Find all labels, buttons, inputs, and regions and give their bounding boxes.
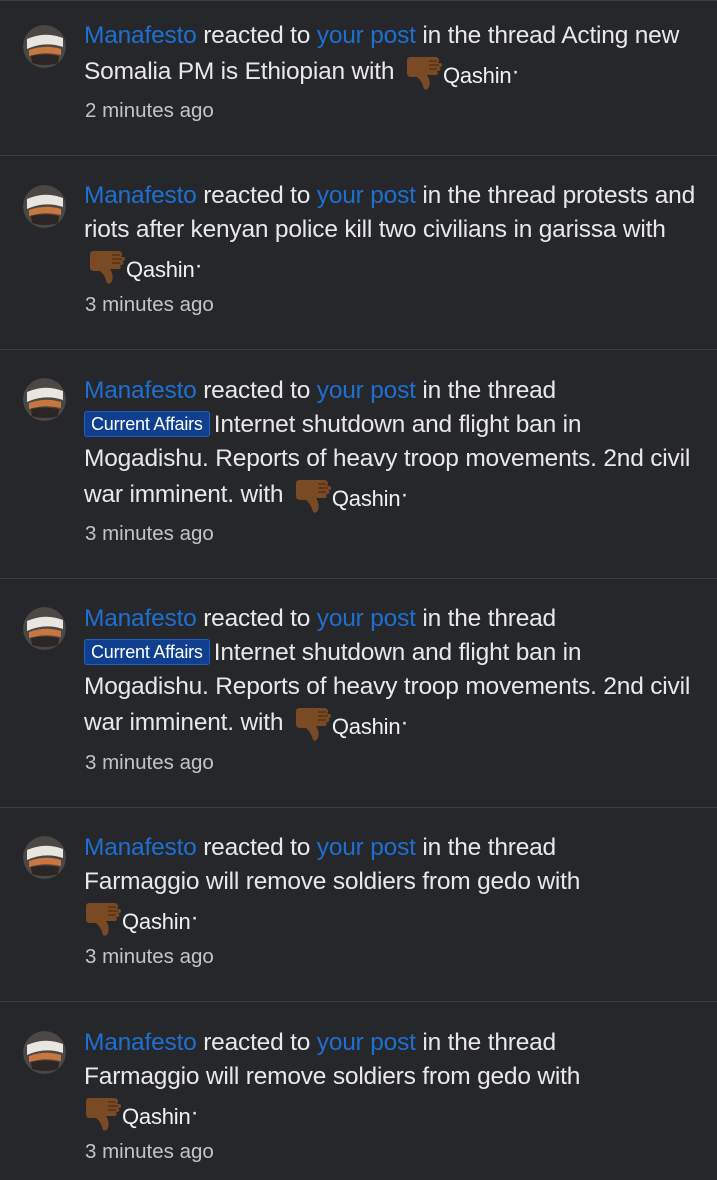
alert-time[interactable]: 3 minutes ago	[85, 522, 214, 546]
thread-title-link[interactable]: Farmaggio will remove soldiers from gedo…	[84, 1063, 580, 1090]
alert-time[interactable]: 3 minutes ago	[85, 293, 214, 317]
reaction-name: Qashin	[331, 486, 401, 511]
alert-action-text: reacted to	[196, 22, 317, 49]
thread-prefix-text: in the thread	[415, 834, 556, 861]
username-link[interactable]: Manafesto	[84, 182, 197, 209]
reaction: Qashin·	[401, 53, 520, 93]
alert-text: Manafesto reacted to your post in the th…	[84, 19, 696, 93]
alert-text: Manafesto reacted to your post in the th…	[84, 831, 696, 939]
reaction-name: Qashin	[331, 714, 401, 739]
reaction-name: Qashin	[126, 257, 195, 282]
alert-text: Manafesto reacted to your post in the th…	[84, 179, 696, 287]
thumbs-down-icon	[86, 903, 121, 936]
alert-action-text: reacted to	[196, 605, 317, 632]
thread-prefix-badge[interactable]: Current Affairs	[84, 639, 210, 665]
post-link[interactable]: your post	[317, 1029, 416, 1056]
thread-prefix-badge[interactable]: Current Affairs	[84, 411, 210, 437]
post-link[interactable]: your post	[317, 22, 416, 49]
alert-text: Manafesto reacted to your post in the th…	[84, 374, 696, 516]
alert-time[interactable]: 3 minutes ago	[85, 945, 214, 969]
username-link[interactable]: Manafesto	[84, 834, 197, 861]
alert-text: Manafesto reacted to your post in the th…	[84, 1026, 696, 1134]
alert-time[interactable]: 3 minutes ago	[85, 751, 214, 775]
reaction: Qashin·	[84, 247, 203, 287]
alert-time[interactable]: 2 minutes ago	[85, 99, 214, 123]
reaction-name: Qashin	[122, 1104, 191, 1129]
reaction-suffix: ·	[190, 1099, 199, 1126]
thread-prefix-text: in the thread	[415, 182, 563, 209]
alert-item[interactable]: Manafesto reacted to your post in the th…	[0, 1, 717, 156]
reaction-suffix: ·	[400, 481, 409, 508]
thumbs-down-icon	[295, 480, 331, 513]
avatar[interactable]	[23, 836, 66, 879]
alert-action-text: reacted to	[196, 182, 317, 209]
avatar[interactable]	[23, 378, 66, 421]
reaction: Qashin·	[290, 704, 409, 744]
post-link[interactable]: your post	[317, 182, 416, 209]
username-link[interactable]: Manafesto	[84, 1029, 197, 1056]
reaction-suffix: ·	[194, 252, 203, 279]
post-link[interactable]: your post	[317, 834, 416, 861]
reaction: Qashin·	[84, 899, 199, 939]
avatar[interactable]	[23, 1031, 66, 1074]
reaction-suffix: ·	[511, 58, 520, 85]
reaction: Qashin·	[84, 1094, 199, 1134]
reaction: Qashin·	[290, 476, 409, 516]
thread-prefix-text: in the thread	[415, 22, 562, 49]
alert-action-text: reacted to	[196, 1029, 317, 1056]
alert-time[interactable]: 3 minutes ago	[85, 1140, 214, 1164]
thumbs-down-icon	[86, 1098, 121, 1131]
post-link[interactable]: your post	[317, 377, 416, 404]
thumbs-down-icon	[406, 57, 442, 90]
alert-item[interactable]: Manafesto reacted to your post in the th…	[0, 1002, 717, 1180]
thread-title-link[interactable]: Farmaggio will remove soldiers from gedo…	[84, 868, 580, 895]
username-link[interactable]: Manafesto	[84, 22, 197, 49]
thread-prefix-text: in the thread	[415, 1029, 556, 1056]
thumbs-down-icon	[295, 708, 331, 741]
alert-text: Manafesto reacted to your post in the th…	[84, 602, 696, 744]
thumbs-down-icon	[90, 251, 125, 284]
reaction-suffix: ·	[400, 709, 409, 736]
avatar[interactable]	[23, 185, 66, 228]
alert-item[interactable]: Manafesto reacted to your post in the th…	[0, 808, 717, 1002]
username-link[interactable]: Manafesto	[84, 377, 197, 404]
reaction-suffix: ·	[190, 904, 199, 931]
alert-item[interactable]: Manafesto reacted to your post in the th…	[0, 579, 717, 808]
thread-prefix-text: in the thread	[415, 377, 556, 404]
avatar[interactable]	[23, 607, 66, 650]
reaction-name: Qashin	[442, 63, 512, 88]
thread-prefix-text: in the thread	[415, 605, 556, 632]
avatar[interactable]	[23, 25, 66, 68]
alert-item[interactable]: Manafesto reacted to your post in the th…	[0, 156, 717, 350]
post-link[interactable]: your post	[317, 605, 416, 632]
alert-action-text: reacted to	[196, 377, 317, 404]
alert-action-text: reacted to	[196, 834, 317, 861]
reaction-name: Qashin	[122, 909, 191, 934]
username-link[interactable]: Manafesto	[84, 605, 197, 632]
alert-item[interactable]: Manafesto reacted to your post in the th…	[0, 350, 717, 579]
